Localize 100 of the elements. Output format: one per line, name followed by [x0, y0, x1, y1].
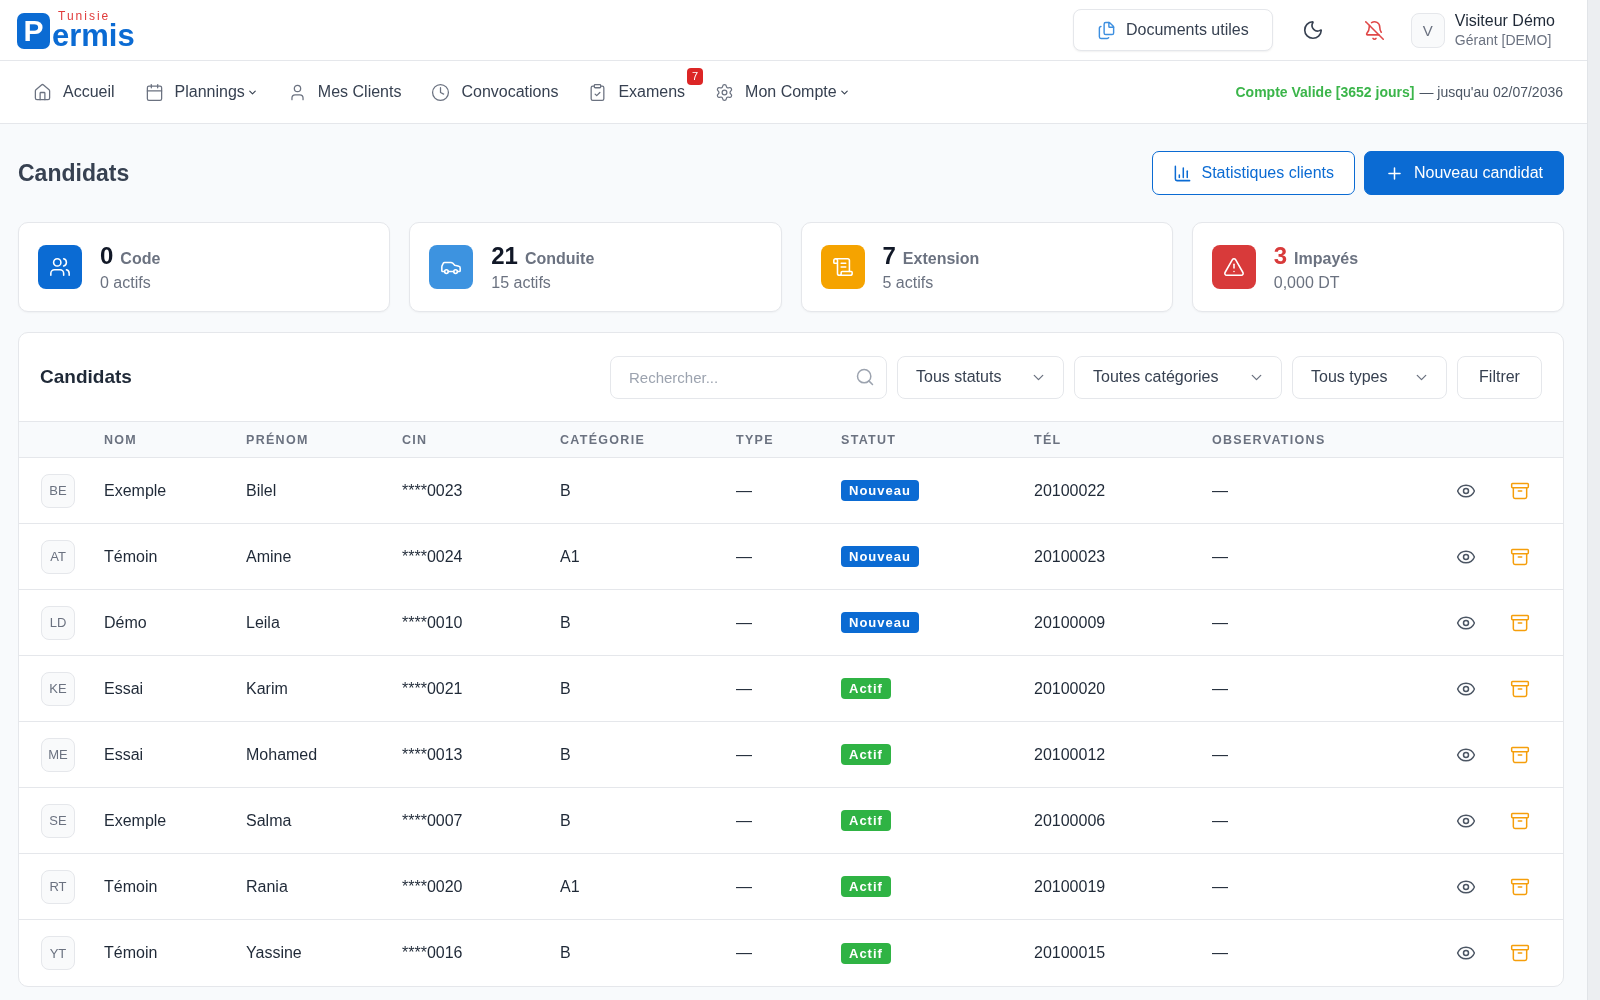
column-header: PRÉNOM: [246, 432, 309, 447]
table-cell: 20100019: [1034, 877, 1106, 896]
status-tag: Actif: [841, 678, 891, 699]
home-icon: [33, 82, 52, 102]
table-cell: 20100020: [1034, 679, 1106, 698]
filter-select[interactable]: Tous types: [1292, 355, 1447, 399]
filter-select[interactable]: Toutes catégories: [1074, 355, 1282, 399]
table-cell: 20100012: [1034, 745, 1106, 764]
column-header: CATÉGORIE: [560, 432, 646, 447]
nav-link[interactable]: Accueil: [33, 82, 115, 102]
nav-link[interactable]: Convocations: [431, 82, 559, 102]
table-cell: B: [560, 745, 571, 764]
table-cell: Rania: [246, 877, 288, 896]
new-candidate-button[interactable]: Nouveau candidat: [1364, 151, 1564, 195]
table-cell: Bilel: [246, 481, 277, 500]
user-avatar[interactable]: V: [1410, 12, 1445, 48]
table-cell: ****0007: [402, 811, 463, 830]
eye-icon[interactable]: [1456, 943, 1476, 963]
table-cell: 20100023: [1034, 547, 1106, 566]
page-title: Candidats: [18, 159, 130, 187]
search-icon: [855, 366, 875, 387]
clock-icon: [431, 82, 451, 102]
initials-avatar: SE: [41, 803, 75, 838]
column-header: TÉL: [1034, 432, 1062, 447]
table-cell: ****0016: [402, 944, 463, 962]
table-cell: 20100022: [1034, 481, 1106, 500]
table-cell: —: [736, 481, 752, 500]
table-cell: ****0020: [402, 877, 463, 896]
status-tag: Actif: [841, 876, 891, 897]
table-cell: B: [560, 679, 571, 698]
stat-subtext: 5 actifs: [882, 274, 935, 292]
settings-icon: [715, 82, 735, 102]
initials-avatar: ME: [41, 737, 75, 772]
table-cell: Essai: [104, 745, 144, 764]
nav-link[interactable]: Examens: [588, 82, 686, 102]
status-tag: Nouveau: [841, 612, 919, 633]
table-cell: B: [560, 613, 571, 632]
stat-value: 7: [882, 242, 896, 270]
table-cell: Karim: [246, 679, 288, 698]
bell-off-icon[interactable]: [1363, 19, 1385, 41]
table-cell: ****0010: [402, 613, 463, 632]
stat-label: Conduite: [524, 250, 595, 268]
column-header: OBSERVATIONS: [1212, 432, 1326, 447]
table-cell: Témoin: [104, 944, 158, 962]
table-cell: Leila: [246, 613, 280, 632]
statistics-button[interactable]: Statistiques clients: [1151, 151, 1355, 195]
filter-button[interactable]: Filtrer: [1457, 355, 1542, 399]
column-header: TYPE: [736, 432, 774, 447]
table-cell: Salma: [246, 811, 292, 830]
table-cell: —: [736, 745, 752, 764]
table-cell: —: [1212, 547, 1228, 566]
table-cell: —: [736, 877, 752, 896]
table-cell: Amine: [246, 547, 292, 566]
table-cell: Démo: [104, 613, 147, 632]
stat-subtext: 0 actifs: [100, 274, 152, 292]
nav-link[interactable]: Mes Clients: [287, 82, 402, 102]
table-cell: —: [1212, 944, 1228, 962]
status-tag: Nouveau: [841, 546, 919, 567]
filter-select[interactable]: Tous statuts: [897, 355, 1064, 399]
table-cell: Témoin: [104, 877, 158, 896]
table-cell: —: [1212, 811, 1228, 830]
table-cell: 20100015: [1034, 944, 1106, 962]
bar-chart-icon: [1172, 163, 1192, 183]
table-cell: —: [1212, 877, 1228, 896]
stat-value: 3: [1273, 242, 1288, 270]
table-cell: Mohamed: [246, 745, 318, 764]
table-cell: 20100009: [1034, 613, 1106, 632]
initials-avatar: BE: [41, 473, 75, 508]
account-status: Compte Valide [3652 jours]: [1235, 84, 1415, 100]
nav-link[interactable]: Mon Compte: [715, 82, 850, 102]
status-tag: Actif: [841, 942, 891, 964]
table-cell: —: [736, 811, 752, 830]
status-tag: Actif: [841, 810, 891, 831]
table-cell: ****0013: [402, 745, 463, 764]
stat-value: 0: [100, 242, 114, 270]
column-header: CIN: [402, 432, 428, 447]
table-cell: —: [1212, 613, 1228, 632]
status-tag: Nouveau: [841, 480, 919, 501]
table-cell: B: [560, 811, 571, 830]
documents-button[interactable]: Documents utiles: [1072, 9, 1273, 51]
user-role: Gérant [DEMO]: [1454, 32, 1553, 48]
table-cell: ****0021: [402, 679, 463, 698]
table-cell: Exemple: [104, 811, 167, 830]
initials-avatar: LD: [41, 605, 75, 640]
table-cell: —: [1212, 745, 1228, 764]
table-cell: —: [736, 547, 752, 566]
moon-icon[interactable]: [1301, 19, 1324, 41]
table-cell: ****0024: [402, 547, 463, 566]
nav-link[interactable]: Plannings: [144, 82, 258, 102]
expiry-date: — jusqu'au 02/07/2036: [1419, 84, 1563, 100]
table-cell: A1: [560, 547, 580, 566]
table-cell: —: [1212, 679, 1228, 698]
column-header: STATUT: [841, 432, 897, 447]
initials-avatar: YT: [41, 936, 75, 970]
calendar-icon: [144, 82, 164, 102]
table-cell: B: [560, 944, 571, 962]
search-field[interactable]: Rechercher...: [610, 355, 887, 399]
table-cell: —: [736, 944, 752, 962]
stat-subtext: 0,000 DT: [1273, 274, 1341, 292]
table-cell: —: [1212, 481, 1228, 500]
